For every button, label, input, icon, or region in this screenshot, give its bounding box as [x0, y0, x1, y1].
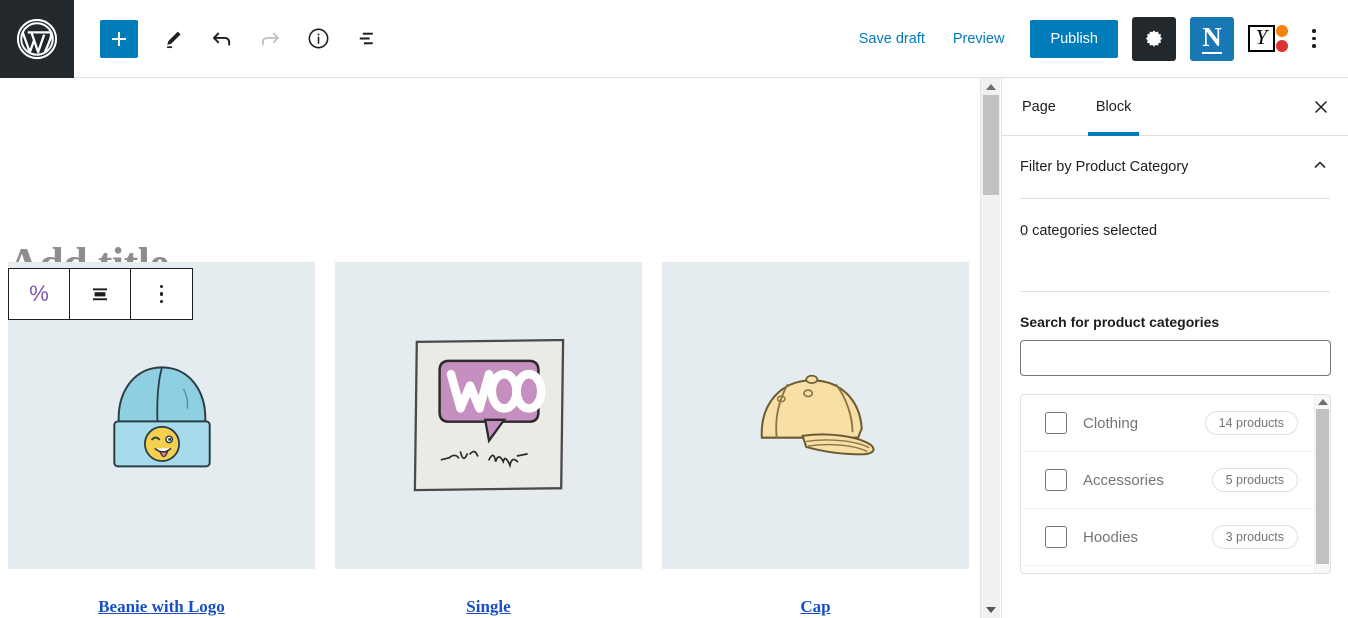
category-row-clothing[interactable]: Clothing 14 products — [1021, 395, 1330, 452]
kebab-dot — [159, 299, 164, 304]
filter-panel-title: Filter by Product Category — [1020, 159, 1189, 175]
preview-button[interactable]: Preview — [939, 23, 1019, 55]
category-list[interactable]: Clothing 14 products Accessories 5 produ… — [1020, 394, 1331, 574]
tab-block[interactable]: Block — [1076, 78, 1151, 136]
editor-canvas[interactable]: Add title % — [0, 78, 980, 618]
category-scroll-up-arrow-icon[interactable] — [1315, 395, 1330, 409]
category-checkbox[interactable] — [1045, 526, 1067, 548]
beanie-illustration — [112, 365, 211, 467]
category-row-accessories[interactable]: Accessories 5 products — [1021, 452, 1330, 509]
scroll-down-arrow-icon[interactable] — [981, 601, 1001, 618]
block-toolbar: % — [8, 268, 193, 320]
kebab-dot — [159, 292, 164, 296]
scroll-up-arrow-icon[interactable] — [981, 78, 1001, 95]
plugin-n-letter: N — [1202, 21, 1222, 54]
block-more-options-button[interactable] — [131, 269, 192, 319]
settings-sidebar: Page Block Filter by Product Category 0 … — [1001, 78, 1348, 618]
edit-mode-button[interactable] — [150, 15, 198, 63]
yoast-seo-button[interactable]: Y — [1248, 25, 1288, 52]
redo-button[interactable] — [246, 15, 294, 63]
category-count-badge: 14 products — [1204, 411, 1298, 435]
kebab-dot — [159, 284, 164, 289]
add-block-button[interactable] — [100, 19, 138, 58]
category-checkbox[interactable] — [1045, 412, 1067, 434]
percent-icon: % — [29, 281, 49, 306]
canvas-vertical-scrollbar[interactable] — [980, 78, 1000, 618]
wordpress-logo-icon[interactable] — [0, 0, 74, 78]
baseball-cap-illustration — [760, 374, 875, 456]
top-bar-left-tools — [74, 15, 390, 63]
woocommerce-block-icon[interactable]: % — [9, 269, 70, 319]
yoast-letter: Y — [1255, 25, 1268, 49]
category-list-scrollbar[interactable] — [1314, 395, 1330, 573]
woo-single-cover-illustration — [413, 338, 564, 491]
category-row-hoodies[interactable]: Hoodies 3 products — [1021, 509, 1330, 566]
filter-panel-header[interactable]: Filter by Product Category — [1002, 136, 1348, 198]
product-image-cap — [662, 262, 969, 569]
scrollbar-thumb[interactable] — [983, 95, 999, 195]
close-x-icon — [1315, 100, 1327, 113]
settings-gear-button[interactable] — [1132, 16, 1176, 61]
top-bar-right-tools: Save draft Preview Publish N Y — [845, 16, 1348, 61]
product-card[interactable]: Single — [335, 262, 642, 617]
undo-button[interactable] — [198, 15, 246, 63]
search-categories-input[interactable] — [1020, 340, 1331, 376]
category-name: Accessories — [1083, 471, 1164, 489]
editor-top-bar: Save draft Preview Publish N Y — [0, 0, 1348, 78]
sidebar-tabs: Page Block — [1002, 78, 1348, 136]
category-count-badge: 5 products — [1211, 468, 1298, 492]
product-card[interactable]: Cap — [662, 262, 969, 617]
product-title-link[interactable]: Cap — [662, 597, 969, 617]
chevron-up-icon[interactable] — [1310, 155, 1330, 180]
save-draft-button[interactable]: Save draft — [845, 23, 939, 55]
yoast-dot-red — [1276, 40, 1288, 52]
search-categories-label: Search for product categories — [1020, 314, 1220, 330]
selected-categories-count: 0 categories selected — [1020, 223, 1158, 239]
category-name: Hoodies — [1083, 528, 1139, 546]
category-scrollbar-thumb[interactable] — [1316, 409, 1329, 564]
category-count-badge: 3 products — [1211, 525, 1298, 549]
publish-button[interactable]: Publish — [1030, 19, 1118, 58]
tab-page[interactable]: Page — [1002, 78, 1076, 135]
kebab-dot — [1312, 36, 1316, 41]
more-options-button[interactable] — [1294, 17, 1334, 61]
yoast-status-dots — [1276, 25, 1288, 52]
product-image-single — [335, 262, 642, 569]
details-info-button[interactable] — [294, 15, 342, 63]
product-title-link[interactable]: Single — [335, 597, 642, 617]
kebab-dot — [1312, 44, 1316, 48]
plugin-n-button[interactable]: N — [1190, 16, 1234, 61]
yoast-icon: Y — [1248, 25, 1275, 52]
yoast-dot-orange — [1276, 25, 1288, 37]
category-checkbox[interactable] — [1045, 469, 1067, 491]
close-sidebar-button[interactable] — [1294, 78, 1348, 135]
kebab-dot — [1312, 29, 1316, 33]
align-center-button[interactable] — [70, 269, 131, 319]
list-view-button[interactable] — [342, 15, 390, 63]
category-name: Clothing — [1083, 414, 1139, 432]
align-center-icon — [93, 288, 107, 301]
product-title-link[interactable]: Beanie with Logo — [8, 597, 315, 617]
kebab-menu-icon — [159, 284, 164, 304]
